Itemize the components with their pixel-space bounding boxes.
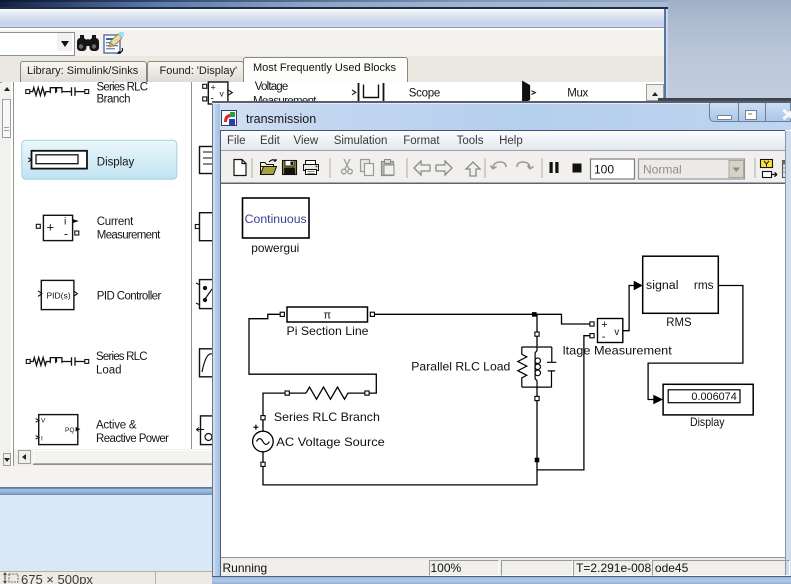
svg-text:Voltage: Voltage — [255, 81, 288, 93]
svg-text:+: + — [601, 319, 607, 331]
svg-text:Scope: Scope — [409, 87, 441, 99]
svg-text:Series RLC Branch: Series RLC Branch — [273, 409, 379, 423]
svg-text:Measurement: Measurement — [97, 230, 161, 242]
svg-text:+: + — [211, 83, 216, 93]
svg-text:100: 100 — [594, 163, 614, 177]
svg-text:PQ: PQ — [65, 427, 74, 434]
svg-text:-: - — [601, 331, 605, 343]
svg-text:Continuous: Continuous — [244, 214, 306, 226]
svg-text:v: v — [220, 89, 225, 99]
svg-text:π: π — [323, 309, 331, 321]
svg-text:RMS: RMS — [666, 315, 691, 329]
svg-text:PID(s): PID(s) — [47, 291, 71, 301]
svg-text:Branch: Branch — [97, 93, 131, 105]
svg-text:AC Voltage Source: AC Voltage Source — [276, 435, 385, 449]
svg-text:Load: Load — [96, 365, 122, 377]
svg-text:I: I — [41, 436, 43, 443]
svg-text:Display: Display — [690, 414, 725, 428]
svg-text:rms: rms — [693, 279, 713, 291]
svg-text:-: - — [64, 227, 68, 241]
svg-text:0.006074: 0.006074 — [691, 391, 736, 403]
svg-text:Series RLC: Series RLC — [96, 351, 148, 363]
svg-text:Active &: Active & — [96, 419, 137, 431]
svg-text:V: V — [41, 418, 46, 425]
svg-text:Normal: Normal — [643, 163, 682, 177]
svg-text:Parallel RLC Load: Parallel RLC Load — [411, 359, 510, 373]
svg-text:Current: Current — [97, 216, 134, 228]
svg-text:PID Controller: PID Controller — [97, 290, 162, 302]
svg-text:Reactive Power: Reactive Power — [96, 433, 169, 445]
svg-text:ltage Measurement: ltage Measurement — [562, 343, 672, 357]
svg-text:Display: Display — [97, 156, 135, 168]
svg-text:+: + — [47, 220, 55, 235]
svg-text:Pi Section Line: Pi Section Line — [286, 324, 368, 338]
svg-text:powergui: powergui — [251, 241, 299, 255]
svg-text:Mux: Mux — [567, 87, 588, 99]
svg-text:Series RLC: Series RLC — [97, 82, 149, 94]
svg-text:signal: signal — [646, 279, 679, 291]
svg-text:v: v — [614, 327, 619, 338]
